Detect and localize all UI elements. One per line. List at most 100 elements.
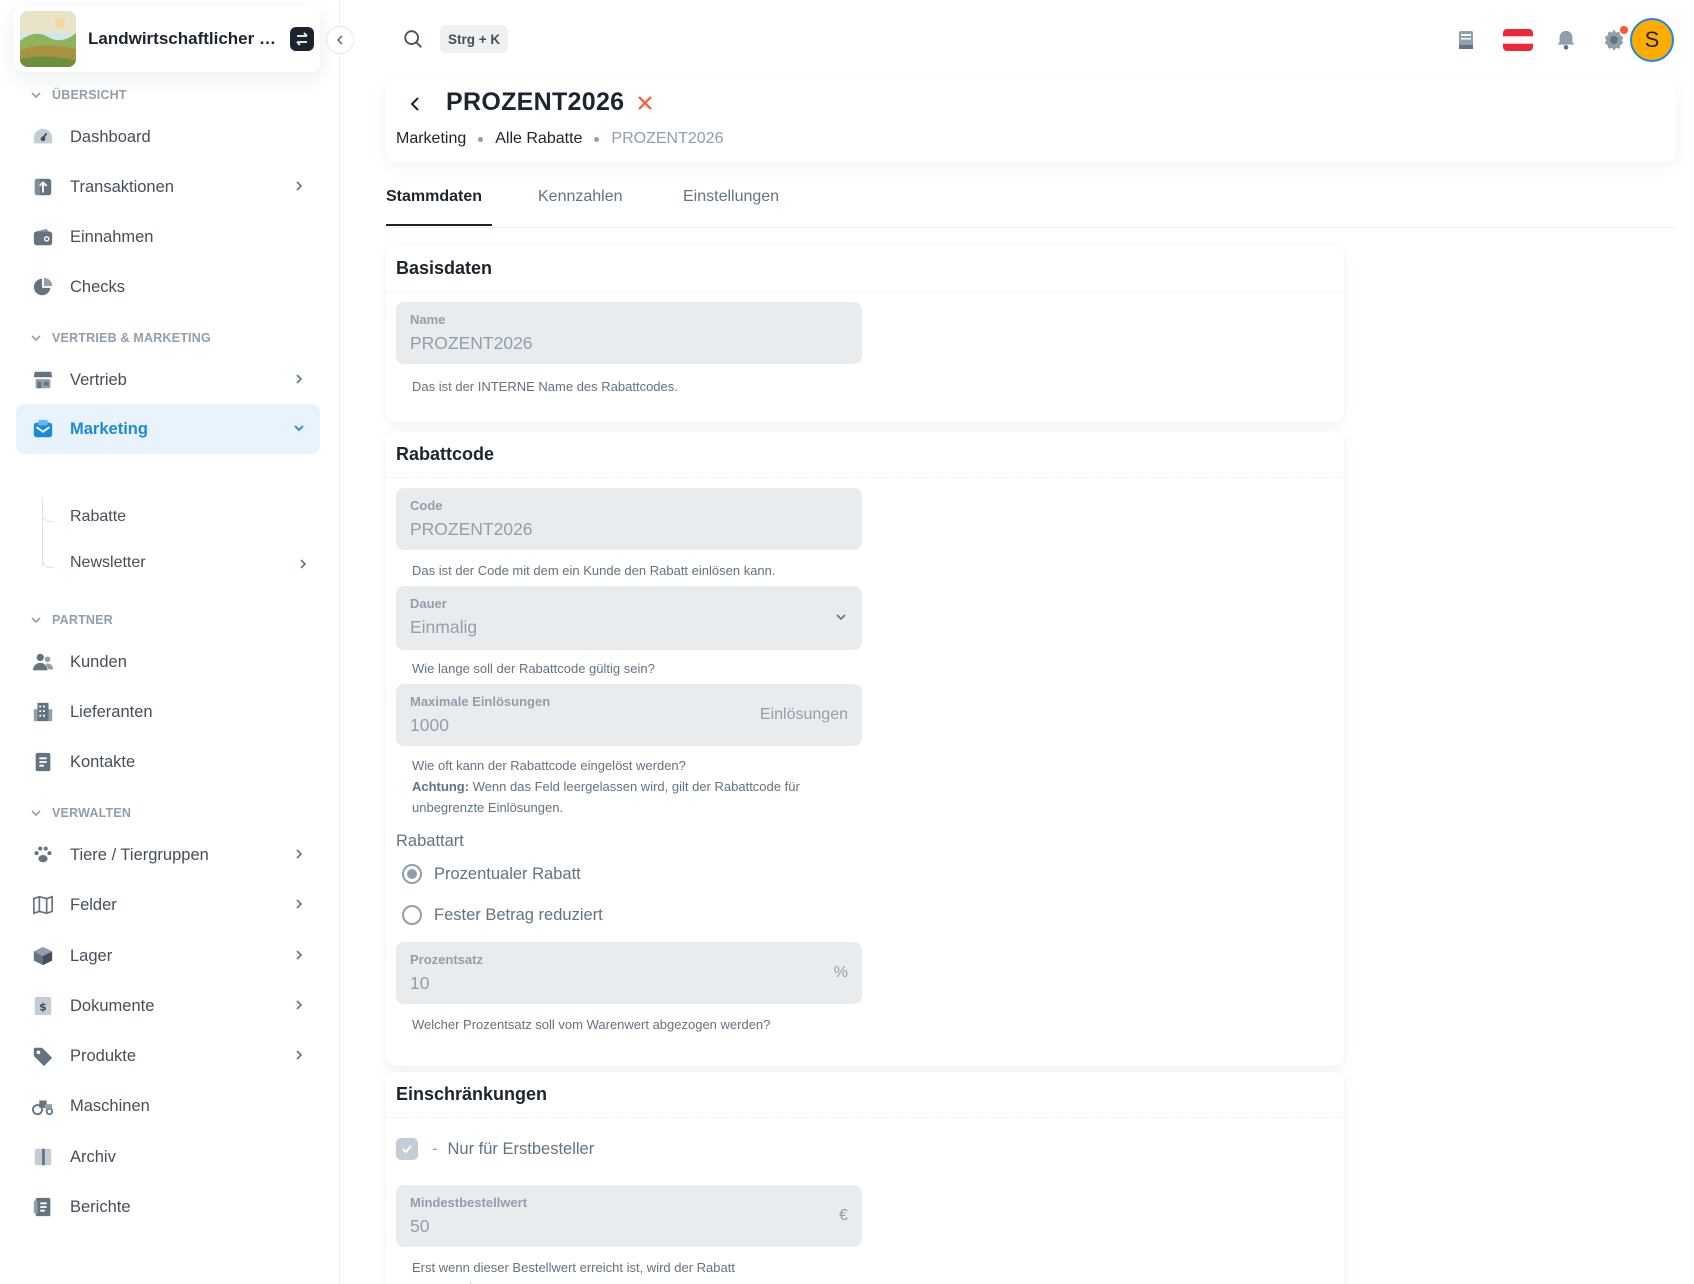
helper-text: Das ist der INTERNE Name des Rabattcodes… [412,379,678,394]
users-icon [30,649,56,675]
tab-bar: Stammdaten Kennzahlen Einstellungen [386,178,1676,228]
field-value: 1000 [410,715,449,735]
helper-line: Wie oft kann der Rabattcode eingelöst we… [412,758,686,773]
sidebar-item-label: Felder [70,895,117,914]
workspace-switcher[interactable]: Landwirtschaftlicher B... [14,6,320,72]
sidebar-subitem-rabatte[interactable]: Rabatte [70,508,126,526]
chevron-left-icon [406,94,426,114]
helper-warning-label: Achtung: [412,779,470,794]
sidebar-item-label: Lager [70,946,113,965]
field-suffix: Einlösungen [759,706,848,723]
card-basisdaten: Basisdaten Name PROZENT2026 Das ist der … [386,246,1344,422]
sidebar-item-vertrieb[interactable]: Vertrieb [16,355,320,405]
dash-separator: - [432,1139,438,1158]
sidebar-item-label: Archiv [70,1147,116,1166]
sidebar-item-maschinen[interactable]: Maschinen [16,1081,320,1131]
helper-text: Erst wenn dieser Bestellwert erreicht is… [412,1260,735,1284]
sidebar-item-berichte[interactable]: Berichte [16,1182,320,1232]
tag-icon [30,1043,56,1069]
settings-icon[interactable] [1598,24,1630,56]
card-title: Basisdaten [386,246,1344,292]
section-label: ÜBERSICHT [52,88,127,102]
sidebar-item-transaktionen[interactable]: Transaktionen [16,162,320,212]
chevron-right-icon [292,998,306,1012]
map-icon [30,892,56,918]
section-partner[interactable]: PARTNER [30,613,113,627]
sidebar-item-label: Transaktionen [70,177,174,196]
field-value: PROZENT2026 [410,519,533,539]
field-label: Dauer [410,596,447,611]
sidebar-item-label: Tiere / Tiergruppen [70,845,209,864]
svg-text:$: $ [39,1001,47,1014]
sidebar-item-tiere[interactable]: Tiere / Tiergruppen [16,830,320,880]
helper-text: Wie oft kann der Rabattcode eingelöst we… [412,755,852,818]
book-icon[interactable] [1450,24,1482,56]
sidebar-item-marketing[interactable]: Marketing [16,404,320,454]
code-field[interactable]: Code PROZENT2026 [396,488,862,550]
breadcrumb-separator [594,136,600,142]
field-label: Prozentsatz [410,952,483,967]
bell-icon[interactable] [1550,24,1582,56]
sidebar-item-label: Lieferanten [70,702,153,721]
mail-icon [30,416,56,442]
box-icon [30,943,56,969]
tab-einstellungen[interactable]: Einstellungen [683,188,779,206]
section-verwalten[interactable]: VERWALTEN [30,806,131,820]
first-order-checkbox-row[interactable]: - Nur für Erstbesteller [396,1138,594,1160]
section-uebersicht[interactable]: ÜBERSICHT [30,88,127,102]
section-label: PARTNER [52,613,113,627]
pie-chart-icon [30,274,56,300]
sidebar-subitem-newsletter[interactable]: Newsletter [70,554,310,572]
sidebar-item-einnahmen[interactable]: Einnahmen [16,212,320,262]
radio-unchecked-icon [402,905,422,925]
breadcrumb-separator [478,136,484,142]
tab-stammdaten[interactable]: Stammdaten [386,188,482,206]
name-field[interactable]: Name PROZENT2026 [396,302,862,364]
section-vertrieb-marketing[interactable]: VERTRIEB & MARKETING [30,331,211,345]
prozentsatz-field[interactable]: Prozentsatz 10 % [396,942,862,1004]
sidebar-item-dashboard[interactable]: Dashboard [16,112,320,162]
close-icon[interactable] [634,92,656,119]
radio-fester-betrag[interactable]: Fester Betrag reduziert [402,905,603,925]
austria-flag-icon[interactable] [1502,24,1534,56]
sidebar-subitem-label: Newsletter [70,554,146,571]
sidebar-item-lager[interactable]: Lager [16,931,320,981]
search-shortcut-badge[interactable]: Strg + K [440,25,509,53]
sidebar-item-label: Dashboard [70,127,151,146]
transactions-icon [30,174,56,200]
search-icon[interactable] [402,28,424,55]
sidebar-item-kontakte[interactable]: Kontakte [16,737,320,787]
helper-text: Wie lange soll der Rabattcode gültig sei… [412,661,655,676]
sidebar-item-label: Marketing [70,419,148,438]
sidebar-item-label: Dokumente [70,996,155,1015]
chevron-right-icon [292,179,306,193]
tab-kennzahlen[interactable]: Kennzahlen [538,188,623,206]
dauer-select[interactable]: Dauer Einmalig [396,586,862,650]
breadcrumb-link[interactable]: Alle Rabatte [495,130,582,148]
field-label: Mindestbestellwert [410,1195,528,1210]
sidebar-item-kunden[interactable]: Kunden [16,637,320,687]
card-einschraenkungen: Einschränkungen - Nur für Erstbesteller … [386,1072,1344,1284]
sidebar-item-checks[interactable]: Checks [16,262,320,312]
sidebar-item-dokumente[interactable]: $ Dokumente [16,981,320,1031]
max-redemptions-field[interactable]: Maximale Einlösungen 1000 Einlösungen [396,684,862,746]
switch-icon[interactable] [290,27,314,51]
sidebar-item-felder[interactable]: Felder [16,880,320,930]
sidebar-item-lieferanten[interactable]: Lieferanten [16,687,320,737]
chevron-right-icon [292,948,306,962]
mindestbestellwert-field[interactable]: Mindestbestellwert 50 € [396,1185,862,1247]
sidebar-item-label: Kontakte [70,752,136,771]
field-value: Einmalig [410,617,478,637]
field-label: Maximale Einlösungen [410,694,551,709]
sidebar-item-produkte[interactable]: Produkte [16,1031,320,1081]
avatar[interactable]: S [1630,18,1674,62]
collapse-sidebar-button[interactable] [326,26,354,54]
back-button[interactable] [406,94,426,114]
helper-text: Das ist der Code mit dem ein Kunde den R… [412,563,776,578]
chevron-right-icon [296,557,310,576]
checkbox-label: Nur für Erstbesteller [447,1139,595,1158]
sidebar-item-archiv[interactable]: Archiv [16,1132,320,1182]
breadcrumb-link[interactable]: Marketing [396,130,466,148]
radio-prozentual[interactable]: Prozentualer Rabatt [402,864,581,884]
checkbox-checked-icon[interactable] [396,1138,418,1160]
